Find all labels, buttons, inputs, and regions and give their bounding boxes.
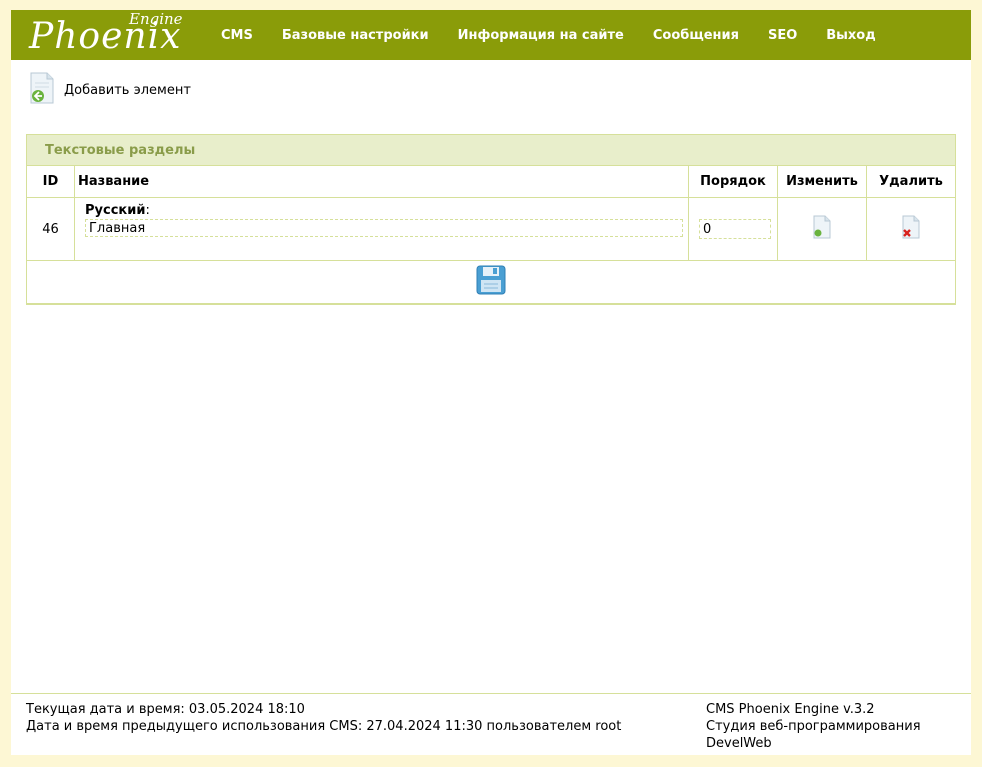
current-datetime: Текущая дата и время: 03.05.2024 18:10	[26, 702, 305, 717]
name-input[interactable]: Главная	[85, 219, 683, 237]
last-use-info: Дата и время предыдущего использования C…	[26, 719, 622, 734]
add-element-label: Добавить элемент	[64, 82, 191, 98]
row-order-cell: 0	[688, 197, 778, 261]
add-element-button[interactable]: Добавить элемент	[29, 72, 191, 108]
row-edit-cell	[777, 197, 867, 261]
top-header: Engine Phoenix CMS Базовые настройки Инф…	[11, 10, 971, 60]
row-id: 46	[27, 197, 75, 261]
nav-logout[interactable]: Выход	[826, 28, 875, 43]
sections-table: ID Название Порядок Изменить Удалить 46 …	[27, 166, 955, 304]
logo[interactable]: Engine Phoenix	[29, 10, 189, 60]
footer: Текущая дата и время: 03.05.2024 18:10 Д…	[11, 693, 971, 756]
cms-version: CMS Phoenix Engine v.3.2	[706, 702, 875, 717]
footer-left: Текущая дата и время: 03.05.2024 18:10 Д…	[26, 701, 621, 735]
col-id: ID	[27, 166, 75, 198]
col-order: Порядок	[688, 166, 778, 198]
save-floppy-icon[interactable]	[476, 265, 506, 299]
row-name-cell: Русский: Главная	[74, 197, 689, 261]
nav-cms[interactable]: CMS	[221, 28, 253, 43]
add-document-icon[interactable]	[29, 72, 55, 108]
table-row: 46 Русский: Главная 0	[27, 197, 955, 261]
col-name: Название	[74, 166, 689, 198]
main-nav: CMS Базовые настройки Информация на сайт…	[221, 10, 905, 60]
lang-label: Русский:	[85, 203, 150, 218]
col-delete: Удалить	[866, 166, 955, 198]
col-edit: Изменить	[777, 166, 867, 198]
table-header-row: ID Название Порядок Изменить Удалить	[27, 166, 955, 198]
save-cell	[27, 260, 955, 304]
panel-title: Текстовые разделы	[27, 135, 955, 166]
nav-messages[interactable]: Сообщения	[653, 28, 739, 43]
nav-site-info[interactable]: Информация на сайте	[458, 28, 624, 43]
logo-main-text: Phoenix	[29, 16, 182, 57]
nav-seo[interactable]: SEO	[768, 28, 797, 43]
delete-icon[interactable]	[902, 215, 920, 243]
studio-name: Студия веб-программирования DevelWeb	[706, 719, 921, 751]
order-input[interactable]: 0	[699, 219, 771, 239]
page-frame: Engine Phoenix CMS Базовые настройки Инф…	[11, 10, 971, 755]
save-row	[27, 260, 955, 304]
footer-right: CMS Phoenix Engine v.3.2 Студия веб-прог…	[706, 701, 956, 752]
nav-base-settings[interactable]: Базовые настройки	[282, 28, 429, 43]
row-delete-cell	[866, 197, 955, 261]
edit-icon[interactable]	[813, 215, 831, 243]
lang-name: Русский	[85, 203, 146, 218]
text-sections-panel: Текстовые разделы ID Название Порядок Из…	[26, 134, 956, 305]
